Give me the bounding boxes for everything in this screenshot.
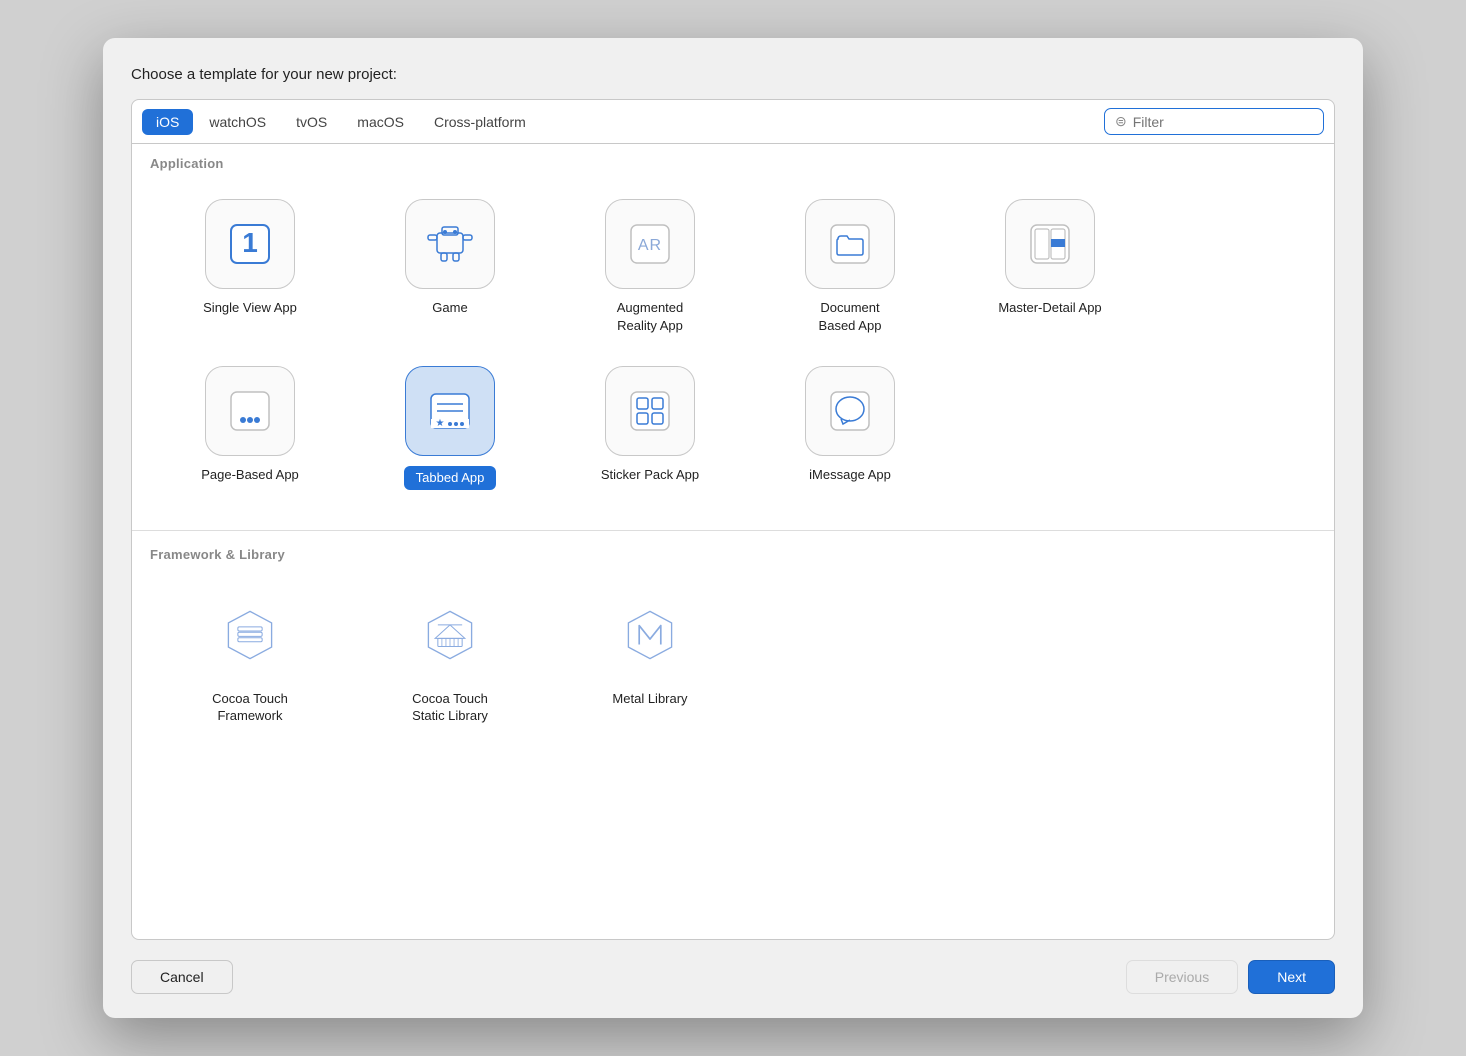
metal-library-icon <box>605 590 695 680</box>
ar-app-label: AugmentedReality App <box>617 299 684 334</box>
template-cocoa-touch-static-library[interactable]: Cocoa TouchStatic Library <box>350 578 550 737</box>
tab-tvos[interactable]: tvOS <box>282 109 341 135</box>
template-master-detail-app[interactable]: Master-Detail App <box>950 187 1150 346</box>
templates-content: Application 1 Single View App <box>131 144 1335 940</box>
template-tabbed-app[interactable]: ★ Tabbed App <box>350 354 550 502</box>
section-header-framework: Framework & Library <box>132 535 1334 570</box>
cocoa-touch-static-library-icon <box>405 590 495 680</box>
ar-app-icon: AR <box>605 199 695 289</box>
tab-macos[interactable]: macOS <box>343 109 418 135</box>
master-detail-app-icon <box>1005 199 1095 289</box>
framework-grid: Cocoa TouchFramework <box>132 570 1334 761</box>
imessage-app-icon <box>805 366 895 456</box>
application-grid: 1 Single View App <box>132 179 1334 526</box>
sticker-pack-app-icon <box>605 366 695 456</box>
page-based-app-icon <box>205 366 295 456</box>
cocoa-touch-framework-icon <box>205 590 295 680</box>
filter-input[interactable] <box>1133 114 1313 130</box>
tab-ios[interactable]: iOS <box>142 109 193 135</box>
sticker-pack-app-label: Sticker Pack App <box>601 466 699 484</box>
previous-button: Previous <box>1126 960 1238 994</box>
tabbed-app-label: Tabbed App <box>404 466 497 490</box>
template-single-view-app[interactable]: 1 Single View App <box>150 187 350 346</box>
tab-cross-platform[interactable]: Cross-platform <box>420 109 540 135</box>
filter-container: ⊜ <box>1104 108 1324 135</box>
template-game[interactable]: Game <box>350 187 550 346</box>
section-divider <box>132 530 1334 531</box>
svg-text:AR: AR <box>638 237 662 254</box>
master-detail-app-label: Master-Detail App <box>998 299 1101 317</box>
tabbed-app-icon: ★ <box>405 366 495 456</box>
cocoa-touch-static-library-label: Cocoa TouchStatic Library <box>412 690 488 725</box>
template-sticker-pack-app[interactable]: Sticker Pack App <box>550 354 750 502</box>
page-based-app-label: Page-Based App <box>201 466 299 484</box>
tabs-bar: iOS watchOS tvOS macOS Cross-platform ⊜ <box>131 99 1335 144</box>
platform-tabs: iOS watchOS tvOS macOS Cross-platform <box>142 109 540 135</box>
dialog-title: Choose a template for your new project: <box>131 66 1335 83</box>
document-app-label: DocumentBased App <box>819 299 882 334</box>
game-label: Game <box>432 299 467 317</box>
filter-icon: ⊜ <box>1115 113 1127 130</box>
tab-watchos[interactable]: watchOS <box>195 109 280 135</box>
template-imessage-app[interactable]: iMessage App <box>750 354 950 502</box>
template-metal-library[interactable]: Metal Library <box>550 578 750 737</box>
cocoa-touch-framework-label: Cocoa TouchFramework <box>212 690 288 725</box>
template-document-app[interactable]: DocumentBased App <box>750 187 950 346</box>
imessage-app-label: iMessage App <box>809 466 891 484</box>
template-page-based-app[interactable]: Page-Based App <box>150 354 350 502</box>
svg-text:1: 1 <box>242 227 258 258</box>
metal-library-label: Metal Library <box>612 690 687 708</box>
section-header-application: Application <box>132 144 1334 179</box>
svg-text:★: ★ <box>436 418 445 429</box>
new-project-dialog: Choose a template for your new project: … <box>103 38 1363 1018</box>
template-cocoa-touch-framework[interactable]: Cocoa TouchFramework <box>150 578 350 737</box>
document-app-icon <box>805 199 895 289</box>
single-view-app-label: Single View App <box>203 299 297 317</box>
next-button[interactable]: Next <box>1248 960 1335 994</box>
single-view-app-icon: 1 <box>205 199 295 289</box>
nav-buttons: Previous Next <box>1126 960 1335 994</box>
dialog-footer: Cancel Previous Next <box>131 960 1335 994</box>
template-ar-app[interactable]: AR AugmentedReality App <box>550 187 750 346</box>
game-icon <box>405 199 495 289</box>
cancel-button[interactable]: Cancel <box>131 960 233 994</box>
